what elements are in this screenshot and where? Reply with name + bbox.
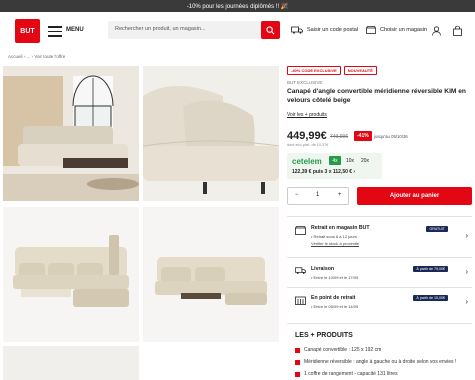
exclusive-label: BUT EXCLUSIVE <box>287 80 323 85</box>
delivery-option-detail: • Entre le 10/09 et le 17/09 <box>311 275 359 280</box>
but-logo[interactable]: BUT <box>15 19 40 43</box>
menu-label[interactable]: MENU <box>66 27 84 33</box>
delivery-option-title: Livraison <box>311 266 335 272</box>
delivery-price-tag: À partir de 15,00€ <box>413 295 448 301</box>
highlight-text: Canapé convertible : 125 x 192 cm <box>304 347 382 353</box>
store-selector-link[interactable]: Choisir un magasin <box>366 26 427 34</box>
search-bar[interactable]: Rechercher un produit, un magasin... <box>108 21 280 39</box>
product-image-sofa-bed[interactable] <box>3 207 139 342</box>
chevron-right-icon: › <box>465 297 468 306</box>
chevron-right-icon: › <box>465 231 468 240</box>
delivery-option-title: Retrait en magasin BUT <box>311 225 370 231</box>
promo-banner: -10% pour les journées diplômés !! 🎉 <box>0 0 475 12</box>
product-badges: -40% CODE EXCLUSIVE NOUVEAUTÉ <box>287 66 377 75</box>
search-icon <box>266 25 275 34</box>
delivery-price-tag: GRATUIT <box>426 226 448 232</box>
delivery-option-pickup[interactable]: En point de retrait • Entre le 05/09 et … <box>287 287 472 317</box>
store-selector-label: Choisir un magasin <box>380 27 428 33</box>
check-stock-link[interactable]: Vérifier le stock à proximité <box>311 241 359 246</box>
cetelem-logo: cetelem <box>292 157 322 166</box>
pickup-point-icon <box>295 296 306 305</box>
breadcrumb[interactable]: Accueil › ... › Voir toute l'offre <box>8 54 65 59</box>
postal-code-link[interactable]: Saisir un code postal <box>291 26 358 34</box>
highlight-text: Méridienne réversible : angle à gauche o… <box>304 359 457 365</box>
product-title: Canapé d'angle convertible méridienne ré… <box>287 88 466 104</box>
highlight-item: Méridienne réversible : angle à gauche o… <box>295 359 456 365</box>
quantity-stepper[interactable]: − 1 + <box>287 187 349 205</box>
truck-icon <box>295 267 306 274</box>
cart-icon[interactable] <box>451 25 463 37</box>
eco-participation: dont éco-part. de 10,37€ <box>287 143 329 147</box>
store-icon <box>295 226 306 235</box>
highlight-item: 1 coffre de rangement - capacité 131 lit… <box>295 371 398 377</box>
payment-option-20x[interactable]: 20x <box>359 156 371 165</box>
bullet-icon <box>295 371 300 377</box>
quantity-value: 1 <box>316 192 320 198</box>
truck-icon <box>291 26 303 34</box>
more-products-link[interactable]: Voir les + produits <box>287 112 327 118</box>
menu-icon[interactable] <box>48 26 62 37</box>
add-to-cart-button[interactable]: Ajouter au panier <box>357 187 472 205</box>
payment-option-10x[interactable]: 10x <box>344 156 356 165</box>
product-image-detail[interactable] <box>143 66 279 201</box>
account-icon[interactable] <box>430 25 442 37</box>
bullet-icon <box>295 347 300 353</box>
bullet-icon <box>295 359 300 365</box>
highlights-heading: LES + PRODUITS <box>295 332 353 339</box>
decrease-button[interactable]: − <box>295 192 299 198</box>
product-highlights: LES + PRODUITS Canapé convertible : 125 … <box>287 323 472 380</box>
delivery-option-store[interactable]: Retrait en magasin BUT • Retrait sous 6 … <box>287 216 472 252</box>
delivery-option-title: En point de retrait <box>311 295 356 301</box>
product-image-corner[interactable] <box>143 207 279 342</box>
postal-code-label: Saisir un code postal <box>307 27 359 33</box>
product-image-living-room[interactable] <box>3 66 139 201</box>
chevron-right-icon: › <box>465 267 468 276</box>
highlight-item: Canapé convertible : 125 x 192 cm <box>295 347 381 353</box>
offer-end-date: jusqu'au 05/10/36 <box>374 134 408 139</box>
exclusive-code-badge: -40% CODE EXCLUSIVE <box>287 66 341 75</box>
old-price: 749,99€ <box>330 134 349 140</box>
search-button[interactable] <box>261 21 280 39</box>
store-icon <box>366 26 376 34</box>
increase-button[interactable]: + <box>338 192 342 198</box>
search-input[interactable]: Rechercher un produit, un magasin... <box>115 26 206 32</box>
financing-details[interactable]: 122,39 € puis 3 x 112,50 € › <box>292 169 355 175</box>
delivery-option-detail: • Entre le 05/09 et le 14/09 <box>311 304 359 309</box>
product-image-extra[interactable] <box>3 346 139 380</box>
delivery-price-tag: À partir de 79,00€ <box>413 266 448 272</box>
delivery-option-home[interactable]: Livraison • Entre le 10/09 et le 17/09 À… <box>287 257 472 285</box>
discount-badge: -41% <box>354 131 372 141</box>
new-badge: NOUVEAUTÉ <box>343 66 377 75</box>
financing-box[interactable]: cetelem 4x 10x 20x 122,39 € puis 3 x 112… <box>287 153 382 179</box>
highlight-text: 1 coffre de rangement - capacité 131 lit… <box>304 371 398 377</box>
current-price: 449,99€ <box>287 130 327 142</box>
payment-option-4x[interactable]: 4x <box>329 156 341 165</box>
delivery-option-detail: • Retrait sous 6 à 12 jours <box>311 234 357 239</box>
